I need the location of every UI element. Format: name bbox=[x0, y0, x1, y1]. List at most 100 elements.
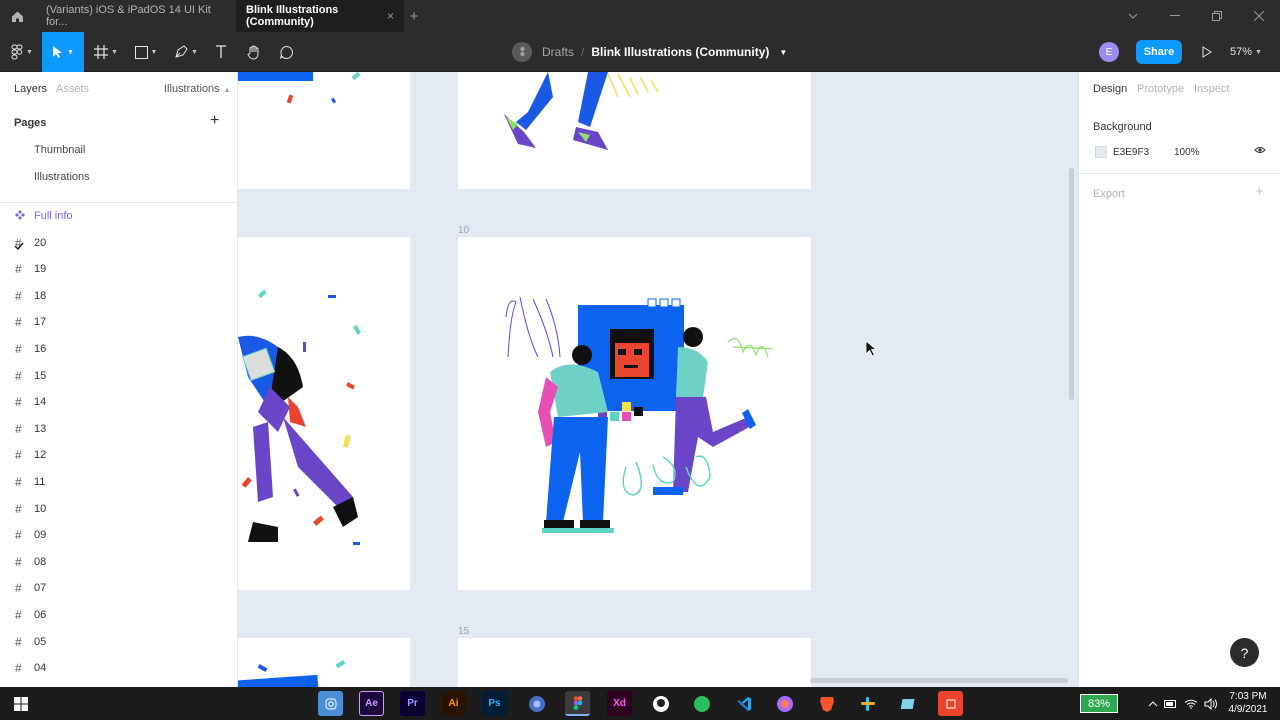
frame-15[interactable] bbox=[458, 638, 811, 687]
figma-app-icon[interactable] bbox=[565, 691, 590, 716]
layer-label: 19 bbox=[34, 263, 47, 276]
vscode-icon[interactable] bbox=[731, 691, 756, 716]
frame-hash-icon: # bbox=[15, 501, 22, 516]
tab-inspect[interactable]: Inspect bbox=[1194, 83, 1229, 95]
layer-frame-20[interactable]: #20 bbox=[0, 230, 237, 256]
file-name[interactable]: Blink Illustrations (Community) bbox=[591, 45, 769, 59]
layer-frame-15[interactable]: #15 bbox=[0, 363, 237, 389]
page-selector[interactable]: Illustrations ▲ bbox=[164, 83, 231, 95]
layer-frame-10[interactable]: #10 bbox=[0, 496, 237, 522]
background-hex-input[interactable]: E3E9F3 bbox=[1113, 147, 1149, 158]
github-icon[interactable] bbox=[648, 691, 673, 716]
page-item-illustrations[interactable]: Illustrations bbox=[34, 171, 90, 183]
figma-logo-icon bbox=[11, 44, 23, 60]
illustrator-icon[interactable]: Ai bbox=[441, 691, 466, 716]
pen-tool[interactable]: ▼ bbox=[168, 32, 204, 72]
home-tab[interactable] bbox=[0, 0, 34, 32]
windows-start-icon[interactable] bbox=[8, 691, 33, 716]
layer-frame-17[interactable]: #17 bbox=[0, 309, 237, 335]
layer-frame-19[interactable]: #19 bbox=[0, 256, 237, 282]
instagram-app-icon[interactable] bbox=[318, 691, 343, 716]
frame-tool[interactable]: ▼ bbox=[88, 32, 124, 72]
user-avatar[interactable]: E bbox=[1099, 42, 1119, 62]
evernote-icon[interactable] bbox=[689, 691, 714, 716]
drafts-link[interactable]: Drafts bbox=[542, 45, 574, 59]
new-tab-button[interactable]: + bbox=[406, 0, 422, 32]
move-tool[interactable]: ▼ bbox=[42, 32, 84, 72]
restore-icon[interactable] bbox=[1196, 0, 1238, 32]
layer-frame-16[interactable]: #16 bbox=[0, 336, 237, 362]
eye-icon[interactable] bbox=[1254, 146, 1266, 154]
tab-label: Blink Illustrations (Community) bbox=[246, 4, 339, 28]
browser-icon[interactable] bbox=[772, 691, 797, 716]
background-color-swatch[interactable] bbox=[1095, 146, 1107, 158]
tab-variants-ui-kit[interactable]: (Variants) iOS & iPadOS 14 UI Kit for... bbox=[34, 0, 234, 32]
canvas[interactable]: 10 15 bbox=[238, 72, 1078, 687]
page-item-thumbnail[interactable]: Thumbnail bbox=[34, 144, 85, 156]
frame-hash-icon: # bbox=[15, 288, 22, 303]
layer-label: 13 bbox=[34, 422, 47, 435]
minimize-icon[interactable] bbox=[1154, 0, 1196, 32]
vertical-scrollbar[interactable] bbox=[1069, 168, 1074, 400]
layer-frame-13[interactable]: #13 bbox=[0, 416, 237, 442]
present-button[interactable] bbox=[1198, 40, 1216, 64]
layer-label: 08 bbox=[34, 555, 47, 568]
layer-frame-12[interactable]: #12 bbox=[0, 442, 237, 468]
recorder-icon[interactable] bbox=[938, 691, 963, 716]
layer-label: Full info bbox=[34, 210, 73, 222]
tab-assets[interactable]: Assets bbox=[56, 83, 89, 95]
volume-icon[interactable] bbox=[1198, 691, 1223, 716]
notes-app-icon[interactable] bbox=[896, 691, 921, 716]
chevron-down-icon[interactable]: ▼ bbox=[779, 48, 787, 57]
layer-frame-18[interactable]: #18 bbox=[0, 283, 237, 309]
tab-dropdown-icon[interactable] bbox=[1112, 0, 1154, 32]
frame-left-illustration[interactable] bbox=[238, 237, 410, 590]
layer-frame-09[interactable]: #09 bbox=[0, 522, 237, 548]
slack-icon[interactable] bbox=[855, 691, 880, 716]
tab-prototype[interactable]: Prototype bbox=[1137, 83, 1184, 95]
chrome-icon[interactable] bbox=[524, 691, 549, 716]
share-button[interactable]: Share bbox=[1136, 40, 1182, 64]
text-tool[interactable] bbox=[208, 32, 234, 72]
layer-frame-07[interactable]: #07 bbox=[0, 575, 237, 601]
tab-layers[interactable]: Layers bbox=[14, 83, 47, 95]
hand-tool[interactable] bbox=[240, 32, 268, 72]
layer-full-info[interactable]: Full info bbox=[0, 203, 237, 229]
frame-10[interactable] bbox=[458, 237, 811, 590]
battery-indicator[interactable]: 83% bbox=[1080, 694, 1118, 713]
after-effects-icon[interactable]: Ae bbox=[359, 691, 384, 716]
layer-frame-05[interactable]: #05 bbox=[0, 629, 237, 655]
layer-frame-11[interactable]: #11 bbox=[0, 469, 237, 495]
dancing-person-illustration bbox=[238, 289, 361, 545]
text-icon bbox=[216, 45, 226, 58]
tab-design[interactable]: Design bbox=[1093, 83, 1127, 95]
horizontal-scrollbar[interactable] bbox=[810, 678, 1068, 683]
shape-tool[interactable]: ▼ bbox=[128, 32, 164, 72]
frame-hash-icon: # bbox=[15, 581, 22, 596]
add-page-icon[interactable]: + bbox=[210, 112, 219, 130]
layer-frame-04[interactable]: #04 bbox=[0, 655, 237, 681]
brave-icon[interactable] bbox=[814, 691, 839, 716]
background-opacity-input[interactable]: 100% bbox=[1174, 147, 1200, 158]
layer-frame-06[interactable]: #06 bbox=[0, 602, 237, 628]
layer-frame-14[interactable]: #14 bbox=[0, 389, 237, 415]
clock-time: 7:03 PM bbox=[1229, 691, 1267, 702]
system-clock[interactable]: 7:03 PM 4/9/2021 bbox=[1222, 690, 1274, 716]
frame-hash-icon: # bbox=[15, 262, 22, 277]
layer-frame-08[interactable]: #08 bbox=[0, 549, 237, 575]
frame-top-left[interactable] bbox=[238, 72, 410, 189]
main-menu-button[interactable]: ▼ bbox=[4, 32, 40, 72]
photoshop-icon[interactable]: Ps bbox=[482, 691, 507, 716]
adobe-xd-icon[interactable]: Xd bbox=[607, 691, 632, 716]
layer-label: 04 bbox=[34, 662, 47, 675]
premiere-pro-icon[interactable]: Pr bbox=[400, 691, 425, 716]
close-window-icon[interactable] bbox=[1238, 0, 1280, 32]
help-button[interactable]: ? bbox=[1230, 638, 1259, 667]
add-export-icon[interactable]: + bbox=[1255, 183, 1264, 200]
frame-09[interactable] bbox=[458, 72, 811, 189]
tab-blink-illustrations[interactable]: Blink Illustrations (Community) × bbox=[236, 0, 404, 32]
zoom-dropdown[interactable]: 57% ▼ bbox=[1230, 40, 1262, 64]
frame-bottom-left[interactable] bbox=[238, 638, 410, 687]
close-tab-icon[interactable]: × bbox=[387, 9, 394, 23]
comment-tool[interactable] bbox=[272, 32, 300, 72]
